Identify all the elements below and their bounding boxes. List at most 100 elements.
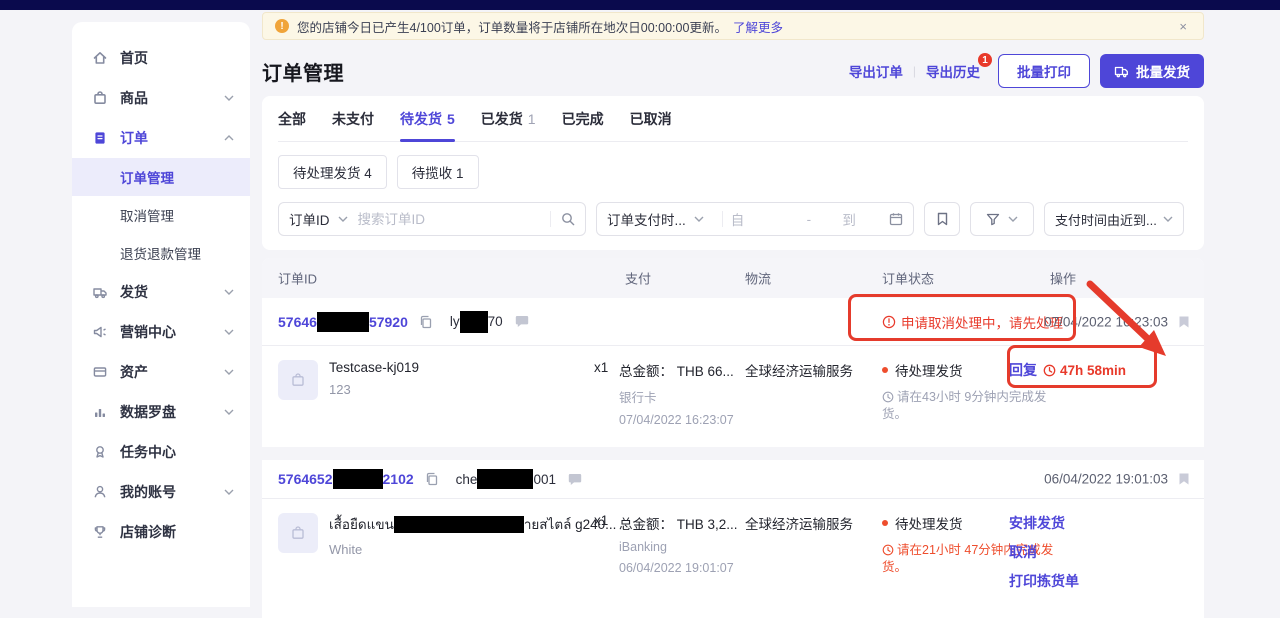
sidebar-item-home[interactable]: 首页 <box>72 38 250 78</box>
assets-icon <box>92 364 108 380</box>
tab-shipped[interactable]: 已发货1 <box>481 96 536 141</box>
quantity: x1 <box>594 360 608 375</box>
alert-icon <box>882 315 896 329</box>
reply-link[interactable]: 回复 <box>1009 360 1037 380</box>
sidebar-item-orders[interactable]: 订单 <box>72 118 250 158</box>
buyer-name[interactable]: che001 <box>456 469 556 489</box>
banner-close-icon[interactable]: × <box>1175 19 1191 34</box>
sidebar-item-marketing[interactable]: 营销中心 <box>72 312 250 352</box>
search-input[interactable] <box>358 212 543 227</box>
buyer-name[interactable]: ly70 <box>450 311 503 333</box>
sidebar-label-home: 首页 <box>120 48 234 68</box>
sidebar-item-shop-diagnosis[interactable]: 店铺诊断 <box>72 512 250 552</box>
chevron-down-icon <box>224 409 234 415</box>
export-orders-link[interactable]: 导出订单 <box>849 61 903 81</box>
sidebar-item-task-center[interactable]: 任务中心 <box>72 432 250 472</box>
task-center-icon <box>92 444 108 460</box>
batch-ship-label: 批量发货 <box>1136 61 1190 81</box>
main-content: ! 您的店铺今日已产生4/100订单，订单数量将于店铺所在地次日00:00:00… <box>262 0 1204 618</box>
sidebar-item-assets[interactable]: 资产 <box>72 352 250 392</box>
sort-value: 支付时间由近到... <box>1055 210 1157 229</box>
chevron-down-icon <box>224 289 234 295</box>
product-variant: White <box>329 542 616 557</box>
arrange-shipment-link[interactable]: 安排发货 <box>1009 513 1079 533</box>
tab-completed[interactable]: 已完成 <box>562 96 604 141</box>
sidebar-label-products: 商品 <box>120 88 224 108</box>
sort-select[interactable]: 支付时间由近到... <box>1044 202 1184 236</box>
actions-cell: 安排发货 取消 打印拣货单 <box>1009 513 1079 600</box>
amount-label: 总金额： <box>619 364 673 379</box>
sidebar-item-my-account[interactable]: 我的账号 <box>72 472 250 512</box>
chip-pending-ship[interactable]: 待处理发货 4 <box>278 155 387 189</box>
status-text: 待处理发货 <box>895 360 963 380</box>
sidebar-item-shipping[interactable]: 发货 <box>72 272 250 312</box>
flag-icon[interactable] <box>1178 473 1190 486</box>
countdown: 47h 58min <box>1043 363 1126 378</box>
redaction-block <box>477 469 533 489</box>
chip-to-pickup[interactable]: 待揽收 1 <box>397 155 479 189</box>
col-order-id: 订单ID <box>278 269 317 288</box>
product-cell[interactable]: Testcase-kj019 123 <box>278 360 419 400</box>
chevron-down-icon <box>1008 216 1018 222</box>
chevron-down-icon <box>224 489 234 495</box>
saved-filter-button[interactable] <box>924 202 960 236</box>
page-header: 订单管理 导出订单 | 导出历史 1 批量打印 批量发货 <box>262 50 1204 92</box>
status-tabs: 全部 未支付 待发货5 已发货1 已完成 已取消 <box>278 96 1188 142</box>
order-row-header: 57646522102 che001 06/04/2022 19:01:03 <box>262 460 1204 499</box>
tab-all[interactable]: 全部 <box>278 96 306 141</box>
product-cell[interactable]: เสื้อยืดแขนายสไตล์ g240... White <box>278 513 616 557</box>
order-id-link[interactable]: 57646522102 <box>278 469 414 489</box>
copy-icon[interactable] <box>419 315 432 329</box>
payment-time: 06/04/2022 19:01:07 <box>619 561 738 575</box>
calendar-icon[interactable] <box>887 212 913 226</box>
date-to-input[interactable]: 到 <box>811 209 887 229</box>
cancel-link[interactable]: 取消 <box>1009 542 1079 562</box>
search-icon[interactable] <box>559 212 585 226</box>
sidebar-label-marketing: 营销中心 <box>120 322 224 342</box>
filter-button[interactable] <box>970 202 1034 236</box>
sidebar-subitem-order-management[interactable]: 订单管理 <box>72 158 250 196</box>
filter-card: 全部 未支付 待发货5 已发货1 已完成 已取消 待处理发货 4 待揽收 1 订… <box>262 96 1204 250</box>
export-history-badge: 1 <box>978 53 992 67</box>
sidebar-label-task-center: 任务中心 <box>120 442 234 462</box>
tab-cancelled[interactable]: 已取消 <box>630 96 672 141</box>
sidebar-sublabel-return-refund: 退货退款管理 <box>120 243 201 263</box>
export-history-link[interactable]: 导出历史 <box>926 65 980 80</box>
print-picklist-link[interactable]: 打印拣货单 <box>1009 571 1079 591</box>
batch-ship-button[interactable]: 批量发货 <box>1100 54 1204 88</box>
product-name: Testcase-kj019 <box>329 360 419 375</box>
sidebar-item-products[interactable]: 商品 <box>72 78 250 118</box>
chat-icon[interactable] <box>568 473 582 486</box>
banner-learn-more-link[interactable]: 了解更多 <box>733 17 783 36</box>
chat-icon[interactable] <box>515 315 529 328</box>
amount-value: THB 3,2... <box>677 517 738 532</box>
sidebar-label-orders: 订单 <box>120 128 224 148</box>
table-header-row: 订单ID 支付 物流 订单状态 操作 <box>262 258 1204 298</box>
banner-text: 您的店铺今日已产生4/100订单，订单数量将于店铺所在地次日00:00:00更新… <box>297 17 727 36</box>
countdown-value: 47h 58min <box>1060 363 1126 378</box>
batch-print-button[interactable]: 批量打印 <box>998 54 1090 88</box>
divider: | <box>913 64 916 78</box>
date-from-input[interactable]: 自 <box>731 209 807 229</box>
tab-to-ship[interactable]: 待发货5 <box>400 96 455 141</box>
tab-unpaid[interactable]: 未支付 <box>332 96 374 141</box>
chevron-down-icon <box>1163 216 1173 222</box>
actions-cell: 回复 47h 58min <box>1009 360 1126 380</box>
product-variant: 123 <box>329 382 419 397</box>
clock-icon <box>882 391 894 403</box>
order-id-link[interactable]: 5764657920 <box>278 312 408 332</box>
sidebar-item-data-compass[interactable]: 数据罗盘 <box>72 392 250 432</box>
chevron-down-icon <box>224 329 234 335</box>
date-field-select[interactable]: 订单支付时... <box>597 209 714 229</box>
product-image <box>278 360 318 400</box>
header-actions: 导出订单 | 导出历史 1 批量打印 批量发货 <box>849 54 1204 88</box>
sidebar-subitem-return-refund[interactable]: 退货退款管理 <box>72 234 250 272</box>
sidebar-sublabel-cancel-management: 取消管理 <box>120 205 174 225</box>
search-field-select[interactable]: 订单ID <box>279 209 358 229</box>
row-gap <box>262 447 1204 460</box>
flag-icon[interactable] <box>1178 315 1190 328</box>
logistics-cell: 全球经济运输服务 <box>745 513 853 533</box>
home-icon <box>92 50 108 66</box>
copy-icon[interactable] <box>425 472 438 486</box>
sidebar-subitem-cancel-management[interactable]: 取消管理 <box>72 196 250 234</box>
